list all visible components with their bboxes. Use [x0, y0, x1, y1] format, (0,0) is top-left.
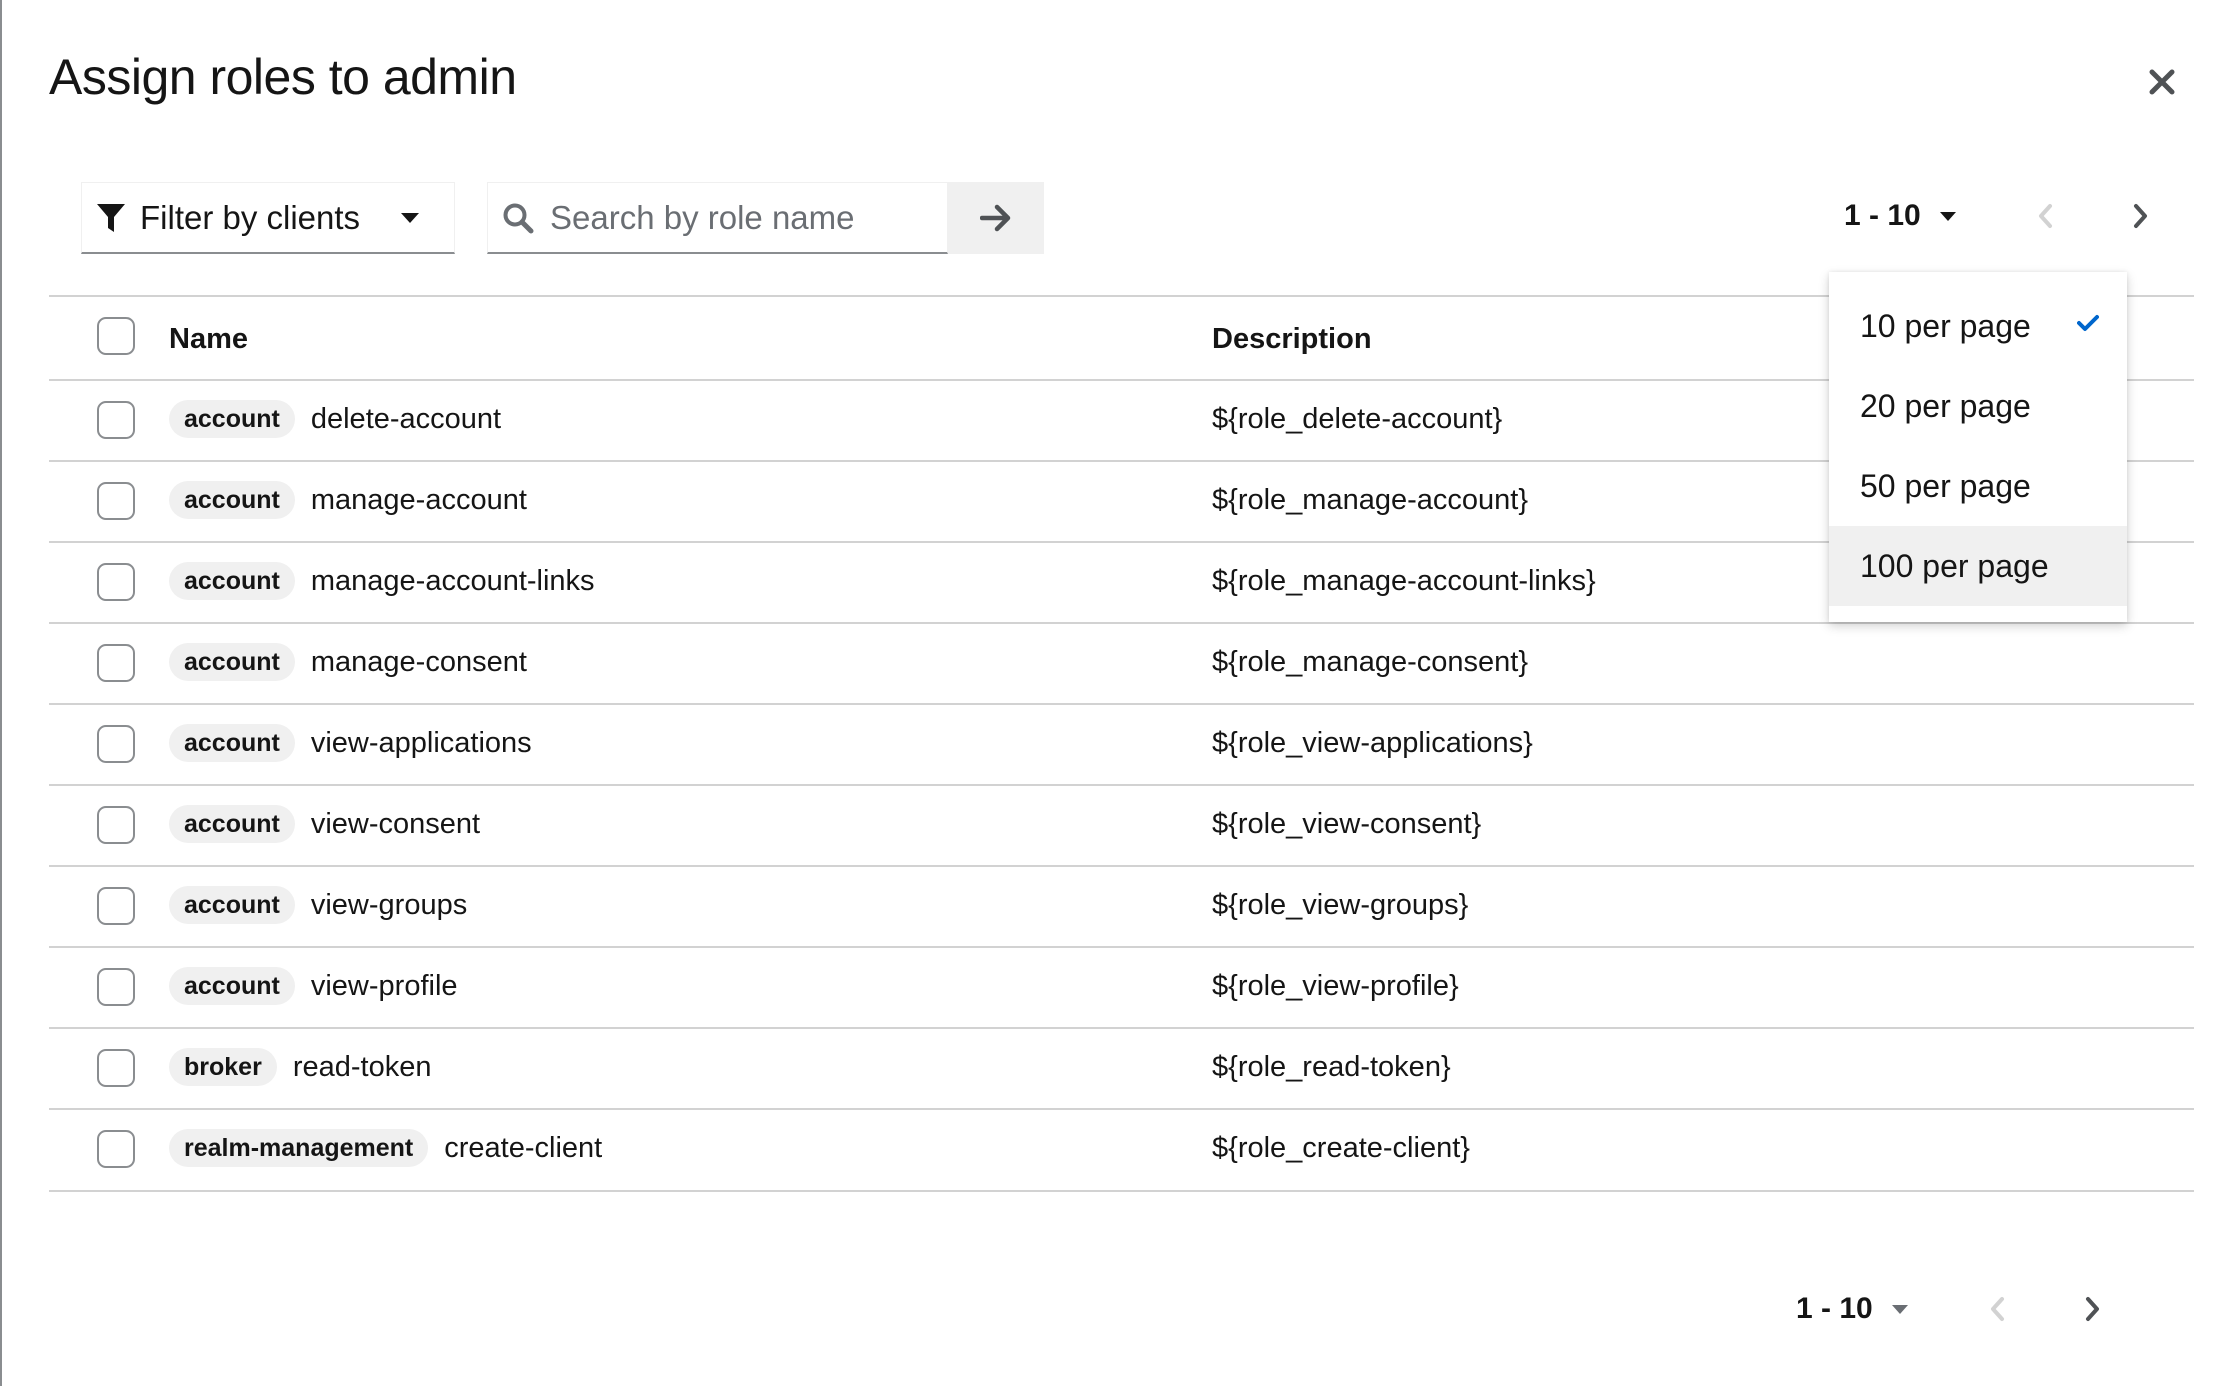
table-row: account manage-consent ${role_manage-conse…	[49, 622, 2194, 703]
table-row: broker read-token ${role_read-token}	[49, 1027, 2194, 1108]
row-checkbox[interactable]	[97, 482, 135, 520]
close-button[interactable]	[2144, 64, 2180, 100]
role-description: ${role_delete-account}	[1212, 403, 1503, 435]
per-page-option-50[interactable]: 50 per page	[1829, 446, 2127, 526]
per-page-option-10[interactable]: 10 per page	[1829, 286, 2127, 366]
role-name: manage-account	[310, 483, 527, 516]
table-row: realm-management create-client ${role_crea…	[49, 1108, 2194, 1192]
menu-item-label: 50 per page	[1860, 467, 2031, 504]
per-page-menu: 10 per page 20 per page 50 per page 100 …	[1829, 272, 2127, 622]
select-all-checkbox[interactable]	[97, 317, 135, 355]
search-icon	[503, 203, 534, 233]
client-badge: realm-management	[169, 1129, 429, 1167]
per-page-toggle-bottom[interactable]: 1 - 10	[1796, 1292, 1909, 1326]
next-page-button[interactable]	[2121, 196, 2161, 236]
client-badge: broker	[169, 1048, 277, 1086]
caret-down-icon	[401, 212, 420, 223]
search-box	[487, 182, 948, 254]
role-description: ${role_manage-consent}	[1212, 646, 1529, 678]
chevron-right-icon	[2085, 1297, 2099, 1321]
check-icon	[2077, 315, 2099, 331]
role-description: ${role_manage-account-links}	[1212, 565, 1596, 597]
table-row: account view-applications ${role_view-appl…	[49, 703, 2194, 784]
role-description: ${role_create-client}	[1212, 1132, 1470, 1164]
close-icon	[2149, 69, 2175, 95]
role-name: read-token	[292, 1050, 432, 1083]
row-checkbox[interactable]	[97, 887, 135, 925]
column-header-name: Name	[169, 323, 248, 355]
client-badge: account	[169, 562, 295, 600]
role-description: ${role_view-applications}	[1212, 727, 1533, 759]
table-row: account view-groups ${role_view-groups}	[49, 865, 2194, 946]
column-header-description: Description	[1212, 323, 1372, 355]
previous-page-button[interactable]	[2025, 196, 2065, 236]
chevron-left-icon	[1990, 1297, 2004, 1321]
menu-item-label: 100 per page	[1860, 547, 2049, 584]
role-name-cell: realm-management create-client	[169, 1129, 602, 1167]
caret-down-icon	[1891, 1304, 1908, 1314]
previous-page-button-bottom[interactable]	[1977, 1289, 2017, 1329]
per-page-toggle[interactable]: 1 - 10	[1844, 199, 1957, 233]
chevron-left-icon	[2038, 204, 2052, 228]
role-name: manage-account-links	[310, 564, 595, 597]
menu-item-label: 20 per page	[1860, 387, 2031, 424]
pagination-bottom: 1 - 10	[1796, 1289, 2113, 1329]
client-badge: account	[169, 886, 295, 924]
client-badge: account	[169, 481, 295, 519]
role-description: ${role_view-groups}	[1212, 889, 1469, 921]
row-checkbox[interactable]	[97, 644, 135, 682]
row-checkbox[interactable]	[97, 563, 135, 601]
per-page-option-20[interactable]: 20 per page	[1829, 366, 2127, 446]
per-page-option-100[interactable]: 100 per page	[1829, 526, 2127, 606]
table-row: account view-consent ${role_view-consent}	[49, 784, 2194, 865]
role-name-cell: account manage-account-links	[169, 562, 595, 600]
role-name-cell: account view-profile	[169, 967, 458, 1005]
client-badge: account	[169, 400, 295, 438]
pagination-range: 1 - 10	[1844, 199, 1921, 232]
table-row: account view-profile ${role_view-profile}	[49, 946, 2194, 1027]
client-badge: account	[169, 805, 295, 843]
role-name: manage-consent	[310, 645, 527, 678]
row-checkbox[interactable]	[97, 806, 135, 844]
filter-label: Filter by clients	[140, 198, 361, 236]
role-name-cell: account view-applications	[169, 724, 532, 762]
role-name: view-applications	[310, 726, 532, 759]
modal-title: Assign roles to admin	[49, 49, 517, 105]
row-checkbox[interactable]	[97, 725, 135, 763]
filter-icon	[97, 203, 125, 232]
role-description: ${role_manage-account}	[1212, 484, 1529, 516]
role-description: ${role_view-consent}	[1212, 808, 1482, 840]
search-submit-button[interactable]	[948, 182, 1044, 254]
menu-item-label: 10 per page	[1860, 307, 2031, 344]
role-name-cell: broker read-token	[169, 1048, 431, 1086]
role-name-cell: account view-groups	[169, 886, 467, 924]
pagination-range: 1 - 10	[1796, 1292, 1873, 1325]
role-name-cell: account manage-account	[169, 481, 527, 519]
row-checkbox[interactable]	[97, 1049, 135, 1087]
modal-left-edge	[0, 0, 2, 1386]
role-name-cell: account view-consent	[169, 805, 480, 843]
role-description: ${role_read-token}	[1212, 1051, 1451, 1083]
client-badge: account	[169, 724, 295, 762]
role-name-cell: account manage-consent	[169, 643, 527, 681]
role-name: view-groups	[310, 888, 468, 921]
next-page-button-bottom[interactable]	[2073, 1289, 2113, 1329]
chevron-right-icon	[2133, 204, 2147, 228]
role-name: create-client	[444, 1131, 603, 1164]
role-description: ${role_view-profile}	[1212, 970, 1459, 1002]
client-badge: account	[169, 643, 295, 681]
pagination-top: 1 - 10	[1844, 196, 2161, 236]
role-name: delete-account	[310, 402, 502, 435]
caret-down-icon	[1939, 211, 1956, 221]
filter-by-clients-dropdown[interactable]: Filter by clients	[81, 182, 455, 254]
role-name-cell: account delete-account	[169, 400, 501, 438]
arrow-right-icon	[980, 204, 1011, 232]
row-checkbox[interactable]	[97, 968, 135, 1006]
client-badge: account	[169, 967, 295, 1005]
row-checkbox[interactable]	[97, 401, 135, 439]
row-checkbox[interactable]	[97, 1130, 135, 1168]
role-name: view-consent	[310, 807, 481, 840]
role-name: view-profile	[310, 969, 458, 1002]
search-input[interactable]	[548, 197, 932, 238]
